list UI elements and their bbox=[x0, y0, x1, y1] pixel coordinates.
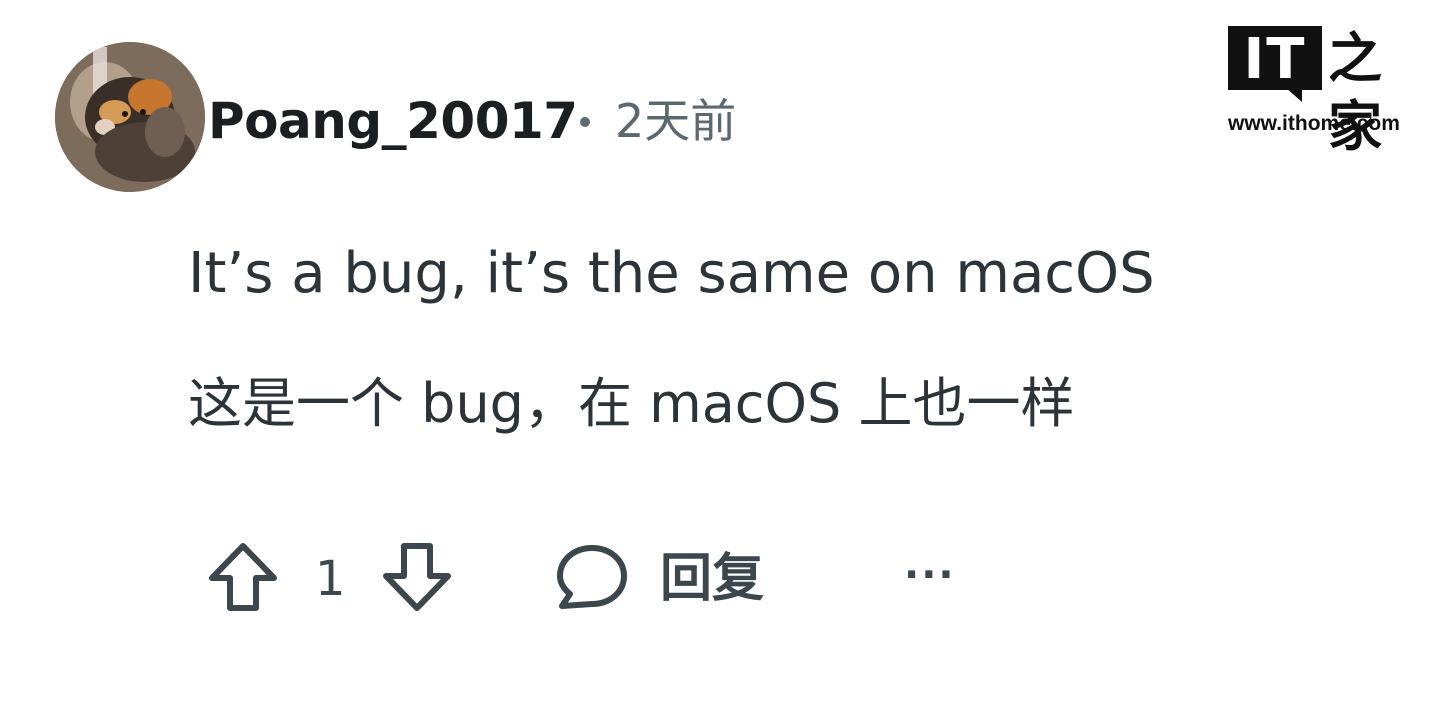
avatar-cat-image bbox=[55, 42, 205, 192]
separator-dot bbox=[580, 117, 590, 127]
speech-bubble-icon bbox=[557, 545, 627, 609]
upvote-button[interactable] bbox=[206, 540, 280, 614]
avatar[interactable] bbox=[55, 42, 205, 192]
ithome-logo: IT 之家 www.ithome.com bbox=[1228, 22, 1418, 158]
more-options-button[interactable]: ··· bbox=[904, 555, 956, 595]
vote-count: 1 bbox=[315, 551, 346, 607]
timestamp: 2天前 bbox=[615, 94, 737, 148]
logo-zhi-text: 之家 bbox=[1328, 26, 1382, 158]
arrow-up-icon bbox=[209, 543, 277, 611]
reply-label[interactable]: 回复 bbox=[660, 546, 764, 612]
comment-body-english: It’s a bug, it’s the same on macOS bbox=[188, 241, 1155, 306]
logo-it-text: IT bbox=[1243, 27, 1307, 92]
arrow-down-icon bbox=[383, 543, 451, 611]
reply-button[interactable] bbox=[552, 540, 630, 614]
username[interactable]: Poang_20017 bbox=[208, 88, 578, 154]
logo-tail bbox=[1286, 88, 1302, 102]
logo-url: www.ithome.com bbox=[1228, 112, 1400, 135]
comment-body-chinese: 这是一个 bug，在 macOS 上也一样 bbox=[188, 372, 1075, 435]
logo-it-block: IT bbox=[1228, 26, 1322, 92]
downvote-button[interactable] bbox=[380, 540, 454, 614]
